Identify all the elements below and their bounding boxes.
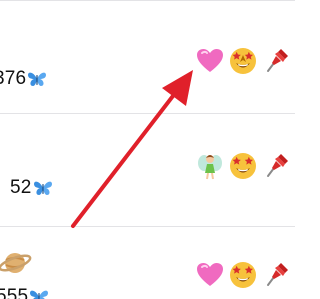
butterfly-icon: [33, 181, 52, 195]
ringed-planet-icon: [0, 253, 32, 273]
reaction-count: 555: [0, 286, 49, 299]
reaction-count: 52: [10, 177, 53, 199]
fairy-icon[interactable]: [195, 151, 225, 181]
reactions-bar: [195, 260, 291, 290]
row-divider: [0, 113, 295, 114]
row-divider: [0, 226, 295, 227]
pushpin-icon[interactable]: [261, 46, 291, 76]
reactions-bar: [195, 151, 291, 181]
reactions-bar: [195, 46, 291, 76]
pushpin-icon[interactable]: [261, 151, 291, 181]
star-face-icon[interactable]: [228, 260, 258, 290]
reaction-count-value: 555: [0, 286, 29, 299]
butterfly-icon: [30, 290, 49, 299]
reaction-count: 376: [0, 68, 47, 90]
reaction-count-value: 376: [0, 68, 27, 89]
message-list-view: 376 52: [0, 0, 295, 299]
pink-heart-icon[interactable]: [195, 260, 225, 290]
annotation-arrow: [71, 70, 193, 228]
star-face-icon[interactable]: [228, 46, 258, 76]
pink-heart-icon[interactable]: [195, 46, 225, 76]
butterfly-icon: [28, 72, 47, 86]
row-divider: [0, 0, 295, 1]
arrow-head: [162, 70, 193, 106]
star-face-icon[interactable]: [228, 151, 258, 181]
reaction-count-value: 52: [10, 177, 32, 198]
pushpin-icon[interactable]: [261, 260, 291, 290]
